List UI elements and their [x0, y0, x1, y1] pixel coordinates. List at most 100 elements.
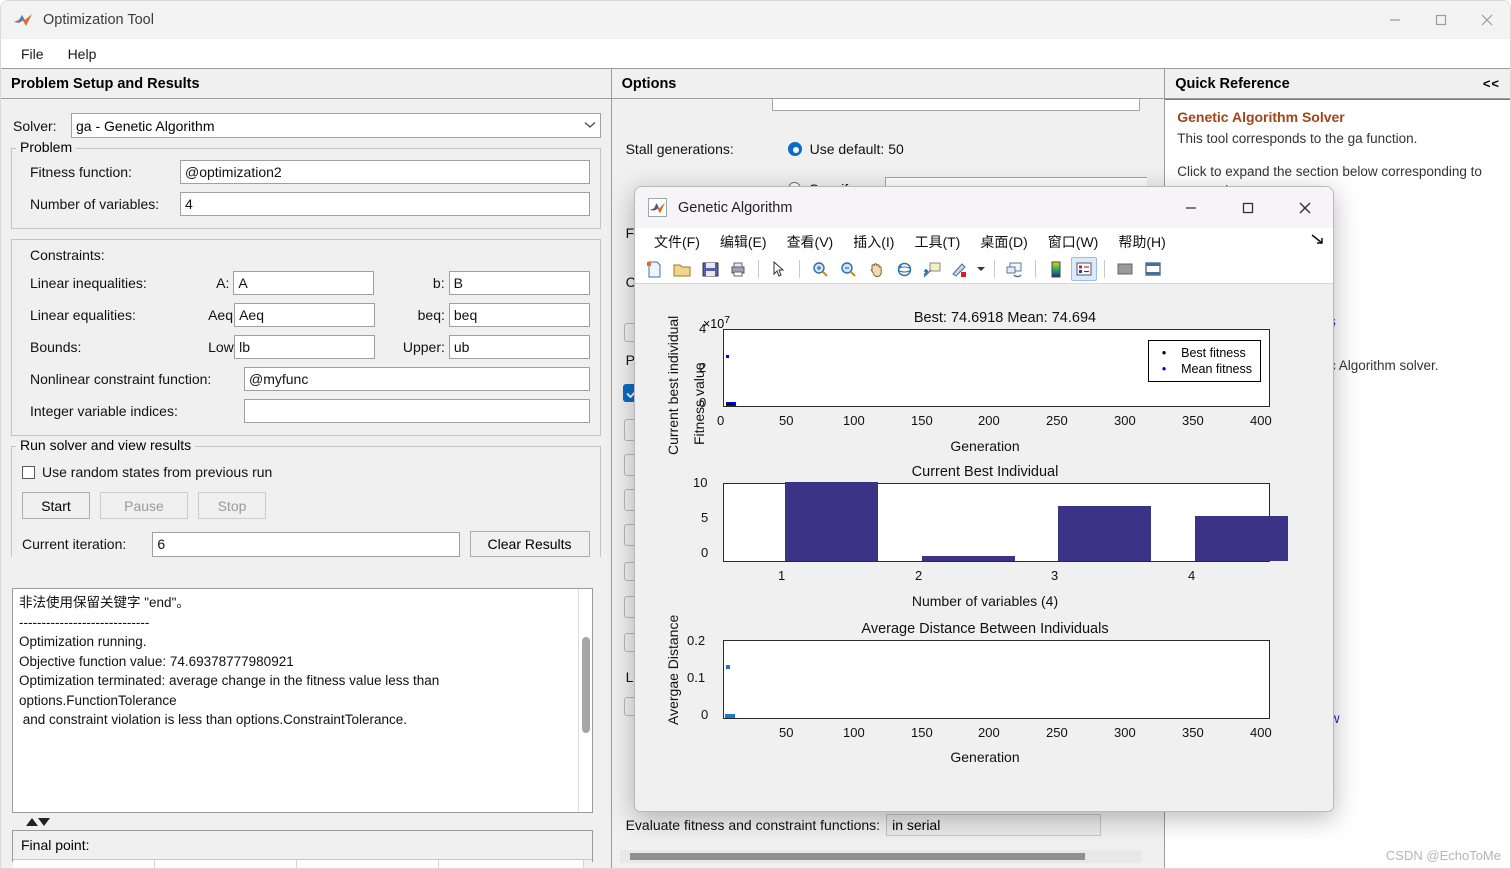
- b-input[interactable]: B: [448, 271, 590, 295]
- final-point-col-1[interactable]: 1: [13, 860, 155, 868]
- print-figure-icon[interactable]: [725, 257, 751, 281]
- random-states-row[interactable]: Use random states from previous run: [22, 464, 590, 480]
- splitter-handle[interactable]: [12, 815, 50, 828]
- chart1-legend-label-mean: Mean fitness: [1181, 362, 1252, 376]
- rotate-3d-icon[interactable]: [891, 257, 917, 281]
- window-controls: [1372, 1, 1510, 39]
- run-solver-group: Run solver and view results Use random s…: [11, 437, 601, 557]
- number-of-variables-row: Number of variables: 4: [22, 192, 590, 216]
- options-title: Options: [621, 75, 677, 92]
- ga-menu-desktop[interactable]: 桌面(D): [970, 232, 1037, 252]
- stall-use-default-radio[interactable]: [787, 142, 802, 156]
- current-iteration-input[interactable]: 6: [152, 531, 460, 557]
- close-icon[interactable]: [1464, 1, 1510, 39]
- matlab-icon: [13, 10, 33, 30]
- pause-button[interactable]: Pause: [100, 492, 188, 519]
- chart2-bar-2: [922, 555, 1015, 561]
- final-point-table: 1 2 3 4: [13, 859, 592, 868]
- chart3-xtick-200: 200: [978, 725, 1000, 740]
- chart3-ytick-0: 0: [701, 707, 709, 722]
- ga-menu-file[interactable]: 文件(F): [644, 232, 710, 252]
- data-cursor-icon[interactable]: [919, 257, 945, 281]
- options-hscroll-thumb[interactable]: [629, 853, 1085, 860]
- chart3-title: Average Distance Between Individuals: [861, 621, 1109, 637]
- previous-specify-input[interactable]: [771, 99, 1141, 111]
- splitter-up-icon[interactable]: [26, 817, 38, 826]
- integer-indices-input[interactable]: [244, 399, 590, 423]
- minimize-icon[interactable]: [1162, 187, 1219, 228]
- collapse-quick-reference-button[interactable]: <<: [1483, 76, 1500, 91]
- menu-file[interactable]: File: [11, 43, 54, 65]
- lower-label: Lower:: [208, 339, 251, 355]
- ga-menu-insert[interactable]: 插入(I): [843, 232, 904, 252]
- number-of-variables-input[interactable]: 4: [180, 192, 590, 216]
- evaluate-fitness-select[interactable]: in serial: [886, 814, 1102, 836]
- pointer-icon[interactable]: [766, 257, 792, 281]
- final-point-col-3[interactable]: 3: [297, 860, 439, 868]
- results-output[interactable]: 非法使用保留关键字 "end"。 -----------------------…: [12, 588, 593, 813]
- results-scrollbar[interactable]: [577, 589, 592, 812]
- new-figure-icon[interactable]: [641, 257, 667, 281]
- legend-icon[interactable]: [1071, 257, 1097, 281]
- chart2-xtick-4: 4: [1188, 568, 1196, 583]
- ga-menu-edit[interactable]: 编辑(E): [710, 232, 777, 252]
- minimize-icon[interactable]: [1372, 1, 1418, 39]
- beq-input[interactable]: beq: [448, 303, 590, 327]
- close-icon[interactable]: [1276, 187, 1333, 228]
- ga-menu-help[interactable]: 帮助(H): [1108, 232, 1175, 252]
- menu-help[interactable]: Help: [58, 43, 107, 65]
- constraints-group: Constraints: Linear inequalities: A: A b…: [11, 239, 601, 436]
- solver-label: Solver:: [13, 117, 57, 134]
- zoom-in-icon[interactable]: [807, 257, 833, 281]
- lower-bound-input[interactable]: lb: [234, 335, 375, 359]
- nonlinear-constraint-input[interactable]: @myfunc: [244, 367, 590, 391]
- ga-titlebar: Genetic Algorithm: [635, 187, 1333, 228]
- start-button[interactable]: Start: [22, 492, 90, 519]
- problem-group: Problem Fitness function: @optimization2…: [11, 139, 601, 229]
- hide-plot-tools-icon[interactable]: [1112, 257, 1138, 281]
- maximize-icon[interactable]: [1418, 1, 1464, 39]
- chart3-xtick-350: 350: [1182, 725, 1204, 740]
- upper-bound-input[interactable]: ub: [448, 335, 590, 359]
- brush-icon[interactable]: [947, 257, 973, 281]
- options-horizontal-scrollbar[interactable]: [619, 850, 1143, 863]
- link-plot-icon[interactable]: [1002, 257, 1028, 281]
- brush-dropdown-icon[interactable]: [975, 257, 987, 281]
- constraints-title: Constraints:: [30, 247, 105, 263]
- clear-results-button[interactable]: Clear Results: [469, 531, 590, 557]
- pan-icon[interactable]: [863, 257, 889, 281]
- dock-arrow-icon[interactable]: [1311, 234, 1325, 249]
- quick-reference-heading: Genetic Algorithm Solver: [1177, 109, 1345, 125]
- save-figure-icon[interactable]: [697, 257, 723, 281]
- chart3-xtick-100: 100: [843, 725, 865, 740]
- ga-menu-tools[interactable]: 工具(T): [904, 232, 970, 252]
- results-scroll-thumb[interactable]: [581, 637, 590, 733]
- maximize-icon[interactable]: [1219, 187, 1276, 228]
- results-text: 非法使用保留关键字 "end"。 -----------------------…: [19, 595, 440, 727]
- ga-menu-view[interactable]: 查看(V): [777, 232, 844, 252]
- stop-button[interactable]: Stop: [198, 492, 266, 519]
- chart1-legend-label-best: Best fitness: [1181, 346, 1246, 360]
- chart2-xtick-3: 3: [1051, 568, 1059, 583]
- A-input[interactable]: A: [233, 271, 375, 295]
- best-fitness-marker-icon: •: [1161, 346, 1167, 360]
- random-states-checkbox[interactable]: [22, 465, 35, 479]
- final-point-col-2[interactable]: 2: [155, 860, 297, 868]
- beq-label: beq:: [417, 307, 445, 323]
- final-point-col-4[interactable]: 4: [439, 860, 584, 868]
- nonlinear-constraint-label: Nonlinear constraint function:: [30, 371, 212, 387]
- options-header: Options: [611, 68, 1165, 99]
- zoom-out-icon[interactable]: [835, 257, 861, 281]
- splitter-down-icon[interactable]: [38, 817, 50, 826]
- open-file-icon[interactable]: [669, 257, 695, 281]
- Aeq-input[interactable]: Aeq: [234, 303, 375, 327]
- chart3-initial-point: [726, 665, 730, 669]
- fitness-function-input[interactable]: @optimization2: [180, 160, 590, 184]
- ga-menu-window[interactable]: 窗口(W): [1038, 232, 1109, 252]
- chart2-xtick-2: 2: [915, 568, 923, 583]
- chart1-ytick-4: 4: [699, 321, 707, 336]
- colorbar-icon[interactable]: [1043, 257, 1069, 281]
- show-plot-tools-icon[interactable]: [1140, 257, 1166, 281]
- solver-select[interactable]: ga - Genetic Algorithm: [71, 113, 601, 138]
- ga-menubar: 文件(F) 编辑(E) 查看(V) 插入(I) 工具(T) 桌面(D) 窗口(W…: [635, 228, 1333, 255]
